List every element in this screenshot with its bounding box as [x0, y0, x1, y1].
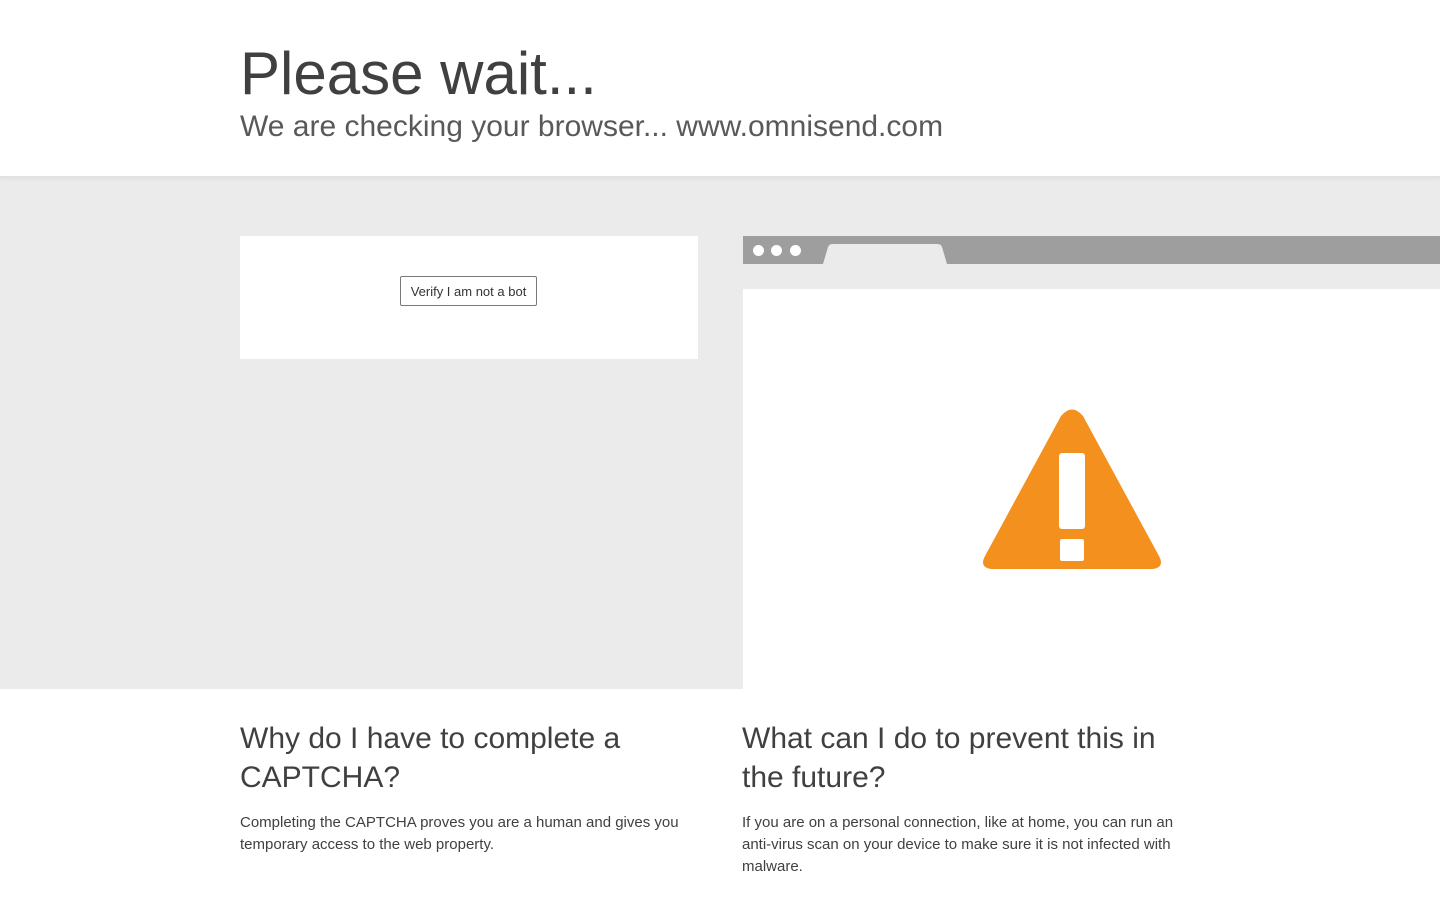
- captcha-card: Verify I am not a bot: [240, 236, 698, 359]
- verify-button[interactable]: Verify I am not a bot: [400, 276, 537, 306]
- browser-illustration: [743, 236, 1440, 689]
- window-dot-icon: [790, 245, 801, 256]
- page-title: Please wait...: [240, 40, 597, 107]
- browser-toolbar: [743, 264, 1440, 289]
- browser-tab-shape: [823, 244, 947, 264]
- why-captcha-text: Completing the CAPTCHA proves you are a …: [240, 814, 679, 853]
- browser-title-bar: [743, 236, 1440, 264]
- warning-icon: [983, 409, 1161, 569]
- why-captcha-heading: Why do I have to complete a CAPTCHA?: [240, 722, 621, 794]
- prevent-text: If you are on a personal connection, lik…: [742, 814, 1174, 875]
- prevent-heading: What can I do to prevent this in the fut…: [742, 722, 1156, 794]
- browser-window: [743, 289, 1440, 689]
- window-dot-icon: [753, 245, 764, 256]
- page-subtitle: We are checking your browser... www.omni…: [240, 110, 944, 143]
- window-dot-icon: [771, 245, 782, 256]
- header: Please wait... We are checking your brow…: [0, 0, 1440, 176]
